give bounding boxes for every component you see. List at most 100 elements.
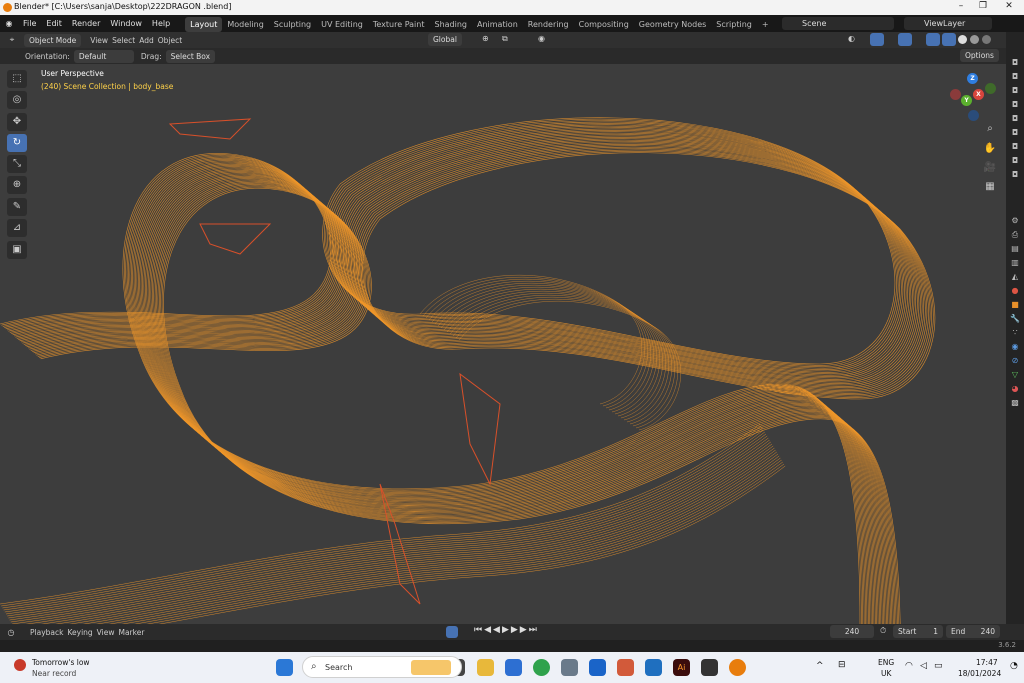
tab-compositing[interactable]: Compositing <box>574 17 634 32</box>
menu-help[interactable]: Help <box>147 15 175 32</box>
wireframe-shading-icon[interactable] <box>942 33 956 46</box>
constraints-properties-icon[interactable]: ⊘ <box>1008 356 1022 368</box>
material-properties-icon[interactable]: ◕ <box>1008 384 1022 396</box>
physics-properties-icon[interactable]: ◉ <box>1008 342 1022 354</box>
pan-hand-icon[interactable]: ✋ <box>981 143 999 159</box>
chrome-icon[interactable] <box>533 659 550 676</box>
taskbar-search-box[interactable]: ⌕ Search <box>302 656 462 678</box>
weather-alert-icon[interactable] <box>14 659 26 671</box>
solid-shading-icon[interactable] <box>958 35 967 44</box>
tab-animation[interactable]: Animation <box>472 17 523 32</box>
gizmo-x-axis[interactable]: X <box>973 89 984 100</box>
camera-icon[interactable]: ◘ <box>1008 72 1022 84</box>
wifi-icon[interactable]: ◠ <box>905 661 913 671</box>
settings-icon[interactable] <box>561 659 578 676</box>
windows-start-icon[interactable] <box>276 659 293 676</box>
tray-chevron-icon[interactable]: ^ <box>816 661 824 671</box>
file-explorer-icon[interactable] <box>477 659 494 676</box>
menu-select[interactable]: Select <box>112 36 135 45</box>
rendered-shading-icon[interactable] <box>982 35 991 44</box>
tray-app-icon[interactable]: ⊟ <box>838 660 846 670</box>
gizmo-toggle-icon[interactable] <box>870 33 884 46</box>
menu-marker[interactable]: Marker <box>118 628 144 637</box>
material-shading-icon[interactable] <box>970 35 979 44</box>
camera-icon[interactable]: ◘ <box>1008 114 1022 126</box>
proportional-edit-icon[interactable]: ◉ <box>538 34 545 43</box>
render-properties-icon[interactable]: ⎙ <box>1008 230 1022 242</box>
3d-viewport[interactable] <box>0 64 1006 624</box>
close-button[interactable]: ✕ <box>998 1 1020 11</box>
world-properties-icon[interactable]: ● <box>1008 286 1022 298</box>
zoom-icon[interactable]: ⌕ <box>981 123 999 139</box>
scene-selector[interactable]: Scene <box>782 17 894 30</box>
snap-icon[interactable]: ⧉ <box>502 34 508 44</box>
end-frame-field[interactable]: End 240 <box>946 625 1000 638</box>
object-properties-icon[interactable]: ■ <box>1008 300 1022 312</box>
menu-render[interactable]: Render <box>67 15 105 32</box>
camera-icon[interactable]: ◘ <box>1008 170 1022 182</box>
drag-dropdown[interactable]: Select Box <box>165 49 216 63</box>
battery-icon[interactable]: ▭ <box>934 661 943 671</box>
tab-geometry-nodes[interactable]: Geometry Nodes <box>634 17 711 32</box>
gizmo-y-axis[interactable]: Y <box>961 95 972 106</box>
options-dropdown[interactable]: Options <box>960 49 999 62</box>
menu-window[interactable]: Window <box>105 15 147 32</box>
visibility-icon[interactable]: ◐ <box>848 34 855 43</box>
select-box-tool[interactable]: ⬚ <box>7 70 27 88</box>
tab-sculpting[interactable]: Sculpting <box>269 17 316 32</box>
scale-tool[interactable]: ⤡ <box>7 155 27 173</box>
sticky-notes-icon[interactable] <box>701 659 718 676</box>
modifier-properties-icon[interactable]: 🔧 <box>1008 314 1022 326</box>
overlay-toggle-icon[interactable] <box>898 33 912 46</box>
mode-dropdown[interactable]: Object Mode <box>24 33 82 47</box>
ortho-grid-icon[interactable]: ▦ <box>981 181 999 197</box>
data-properties-icon[interactable]: ▽ <box>1008 370 1022 382</box>
menu-add[interactable]: Add <box>139 36 154 45</box>
viewlayer-selector[interactable]: ViewLayer <box>904 17 992 30</box>
notification-bell-icon[interactable]: ◔ <box>1010 661 1018 671</box>
camera-icon[interactable]: ◘ <box>1008 156 1022 168</box>
language-label[interactable]: ENG <box>878 658 894 667</box>
menu-edit[interactable]: Edit <box>41 15 67 32</box>
menu-view[interactable]: View <box>90 36 108 45</box>
output-properties-icon[interactable]: ▤ <box>1008 244 1022 256</box>
move-tool[interactable]: ✥ <box>7 113 27 131</box>
annotate-tool[interactable]: ✎ <box>7 198 27 216</box>
blender-taskbar-icon[interactable] <box>729 659 746 676</box>
store-icon[interactable] <box>505 659 522 676</box>
tab-scripting[interactable]: Scripting <box>711 17 757 32</box>
menu-file[interactable]: File <box>18 15 41 32</box>
timeline-editor-icon[interactable]: ◷ <box>0 628 22 637</box>
playback-controls[interactable]: ⏮◀◀▶▶▶⏭ <box>474 625 539 635</box>
clock-time[interactable]: 17:47 <box>976 658 998 667</box>
tab-layout[interactable]: Layout <box>185 16 223 32</box>
orientation-dropdown[interactable]: Default <box>73 49 134 63</box>
camera-icon[interactable]: ◘ <box>1008 58 1022 70</box>
maximize-button[interactable]: ❐ <box>972 1 994 11</box>
tab-modeling[interactable]: Modeling <box>222 17 268 32</box>
pivot-icon[interactable]: ⊕ <box>482 34 489 43</box>
camera-icon[interactable]: ◘ <box>1008 100 1022 112</box>
camera-view-icon[interactable]: 🎥 <box>981 162 999 178</box>
cursor-tool[interactable]: ◎ <box>7 91 27 109</box>
tab-uv-editing[interactable]: UV Editing <box>316 17 368 32</box>
gizmo-neg-z[interactable] <box>968 110 979 121</box>
gizmo-neg-y[interactable] <box>985 83 996 94</box>
camera-icon[interactable]: ◘ <box>1008 142 1022 154</box>
blender-menu-icon[interactable]: ◉ <box>0 19 18 28</box>
mail-icon[interactable] <box>645 659 662 676</box>
menu-keying[interactable]: Keying <box>67 628 92 637</box>
illustrator-icon[interactable]: Ai <box>673 659 690 676</box>
measure-tool[interactable]: ⊿ <box>7 219 27 237</box>
weather-title[interactable]: Tomorrow's low <box>32 658 90 667</box>
xray-toggle-icon[interactable] <box>926 33 940 46</box>
current-frame-field[interactable]: 240 <box>830 625 874 638</box>
texture-properties-icon[interactable]: ▩ <box>1008 398 1022 410</box>
camera-icon[interactable]: ◘ <box>1008 86 1022 98</box>
particles-properties-icon[interactable]: ∵ <box>1008 328 1022 340</box>
transform-tool[interactable]: ⊕ <box>7 176 27 194</box>
tab-texture-paint[interactable]: Texture Paint <box>368 17 430 32</box>
add-cube-tool[interactable]: ▣ <box>7 241 27 259</box>
outlook-icon[interactable] <box>589 659 606 676</box>
view-layer-icon[interactable]: ▥ <box>1008 258 1022 270</box>
